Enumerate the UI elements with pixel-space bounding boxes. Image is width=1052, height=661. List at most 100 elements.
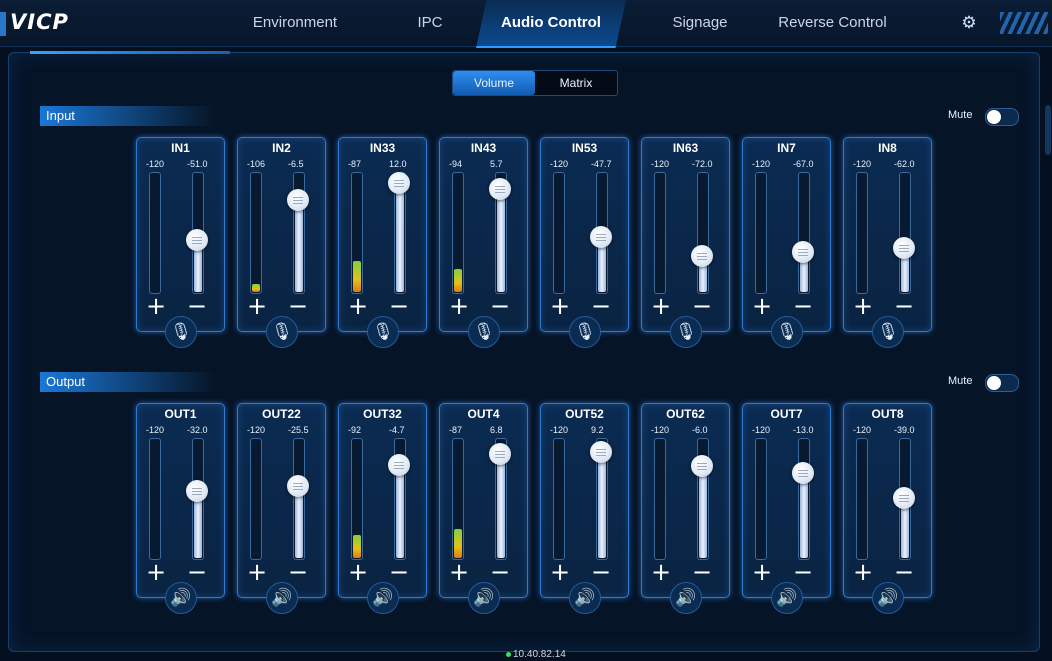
level-meter	[856, 172, 868, 294]
gain-value-readout: -13.0	[793, 425, 814, 435]
microphone-icon[interactable]: 🎙	[165, 316, 197, 348]
level-meter	[553, 438, 565, 560]
microphone-icon[interactable]: 🎙	[670, 316, 702, 348]
speaker-icon[interactable]: 🔊	[165, 582, 197, 614]
gain-decrease-button[interactable]: −	[591, 560, 611, 584]
input-channel-strip: IN63 -120 -72.0 + − 🎙	[641, 137, 730, 348]
tab-signage[interactable]: Signage	[660, 0, 740, 46]
fader-track[interactable]	[798, 172, 810, 294]
volume-tab-button[interactable]: Volume	[453, 71, 535, 95]
tab-environment[interactable]: Environment	[240, 0, 350, 46]
level-min-readout: -87	[449, 425, 463, 435]
speaker-icon[interactable]: 🔊	[367, 582, 399, 614]
channel-name: IN2	[272, 141, 291, 155]
level-meter	[553, 172, 565, 294]
fader-track[interactable]	[293, 438, 305, 560]
gain-increase-button[interactable]: +	[651, 560, 671, 584]
input-channel-strip: IN8 -120 -62.0 + − 🎙	[843, 137, 932, 348]
fader-knob[interactable]	[287, 475, 309, 498]
microphone-icon[interactable]: 🎙	[771, 316, 803, 348]
fader-knob[interactable]	[186, 480, 208, 503]
fader-knob[interactable]	[590, 440, 612, 463]
speaker-icon[interactable]: 🔊	[771, 582, 803, 614]
gain-increase-button[interactable]: +	[146, 560, 166, 584]
channel-name: IN43	[470, 141, 497, 155]
tab-audio-control[interactable]: Audio Control	[476, 0, 626, 48]
gain-decrease-button[interactable]: −	[692, 560, 712, 584]
gain-increase-button[interactable]: +	[853, 294, 873, 318]
gain-decrease-button[interactable]: −	[591, 294, 611, 318]
scrollbar[interactable]	[1045, 105, 1051, 155]
online-status-dot	[506, 651, 511, 657]
speaker-icon[interactable]: 🔊	[468, 582, 500, 614]
fader-knob[interactable]	[792, 240, 814, 263]
level-min-readout: -94	[449, 159, 463, 169]
gain-decrease-button[interactable]: −	[793, 294, 813, 318]
gain-increase-button[interactable]: +	[449, 294, 469, 318]
gain-increase-button[interactable]: +	[752, 294, 772, 318]
fader-track[interactable]	[697, 172, 709, 294]
tab-ipc[interactable]: IPC	[400, 0, 460, 46]
gain-decrease-button[interactable]: −	[490, 294, 510, 318]
fader-knob[interactable]	[893, 487, 915, 509]
gain-increase-button[interactable]: +	[348, 294, 368, 318]
gain-increase-button[interactable]: +	[651, 294, 671, 318]
fader-track[interactable]	[899, 172, 911, 294]
output-channel-strip: OUT4 -87 6.8 + − 🔊	[439, 403, 528, 614]
microphone-icon[interactable]: 🎙	[569, 316, 601, 348]
gain-decrease-button[interactable]: −	[187, 294, 207, 318]
gain-increase-button[interactable]: +	[752, 560, 772, 584]
input-channel-strip: IN43 -94 5.7 + − 🎙	[439, 137, 528, 348]
fader-knob[interactable]	[489, 177, 511, 200]
input-mute-toggle[interactable]	[985, 108, 1019, 126]
level-min-readout: -92	[348, 425, 362, 435]
gain-decrease-button[interactable]: −	[692, 294, 712, 318]
gain-decrease-button[interactable]: −	[389, 294, 409, 318]
fader-track[interactable]	[798, 438, 810, 560]
gain-decrease-button[interactable]: −	[187, 560, 207, 584]
gain-increase-button[interactable]: +	[247, 560, 267, 584]
gain-decrease-button[interactable]: −	[389, 560, 409, 584]
gain-increase-button[interactable]: +	[550, 294, 570, 318]
gain-decrease-button[interactable]: −	[490, 560, 510, 584]
fader-knob[interactable]	[893, 236, 915, 259]
speaker-icon[interactable]: 🔊	[872, 582, 904, 614]
gain-increase-button[interactable]: +	[550, 560, 570, 584]
gear-icon[interactable]: ⚙	[960, 14, 978, 32]
speaker-icon[interactable]: 🔊	[569, 582, 601, 614]
microphone-icon[interactable]: 🎙	[468, 316, 500, 348]
fader-knob[interactable]	[287, 188, 309, 211]
gain-decrease-button[interactable]: −	[288, 560, 308, 584]
level-meter	[250, 438, 262, 560]
channel-name: OUT32	[363, 407, 402, 421]
fader-knob[interactable]	[590, 225, 612, 248]
gain-increase-button[interactable]: +	[247, 294, 267, 318]
gain-decrease-button[interactable]: −	[288, 294, 308, 318]
microphone-icon[interactable]: 🎙	[266, 316, 298, 348]
fader-knob[interactable]	[489, 442, 511, 465]
fader-knob[interactable]	[792, 461, 814, 484]
gain-value-readout: 6.8	[490, 425, 503, 435]
fader-knob[interactable]	[691, 244, 713, 267]
gain-increase-button[interactable]: +	[146, 294, 166, 318]
microphone-icon[interactable]: 🎙	[872, 316, 904, 348]
gain-increase-button[interactable]: +	[449, 560, 469, 584]
gain-increase-button[interactable]: +	[853, 560, 873, 584]
output-channel-strip: OUT32 -92 -4.7 + − 🔊	[338, 403, 427, 614]
fader-knob[interactable]	[186, 228, 208, 251]
gain-decrease-button[interactable]: −	[793, 560, 813, 584]
speaker-icon[interactable]: 🔊	[670, 582, 702, 614]
output-mute-toggle[interactable]	[985, 374, 1019, 392]
tab-reverse-control[interactable]: Reverse Control	[760, 0, 905, 46]
gain-value-readout: -4.7	[389, 425, 405, 435]
gain-decrease-button[interactable]: −	[894, 560, 914, 584]
fader-knob[interactable]	[691, 454, 713, 477]
fader-knob[interactable]	[388, 453, 410, 476]
speaker-icon[interactable]: 🔊	[266, 582, 298, 614]
fader-knob[interactable]	[388, 172, 410, 194]
matrix-tab-button[interactable]: Matrix	[535, 71, 617, 95]
level-meter	[654, 438, 666, 560]
gain-decrease-button[interactable]: −	[894, 294, 914, 318]
microphone-icon[interactable]: 🎙	[367, 316, 399, 348]
gain-increase-button[interactable]: +	[348, 560, 368, 584]
